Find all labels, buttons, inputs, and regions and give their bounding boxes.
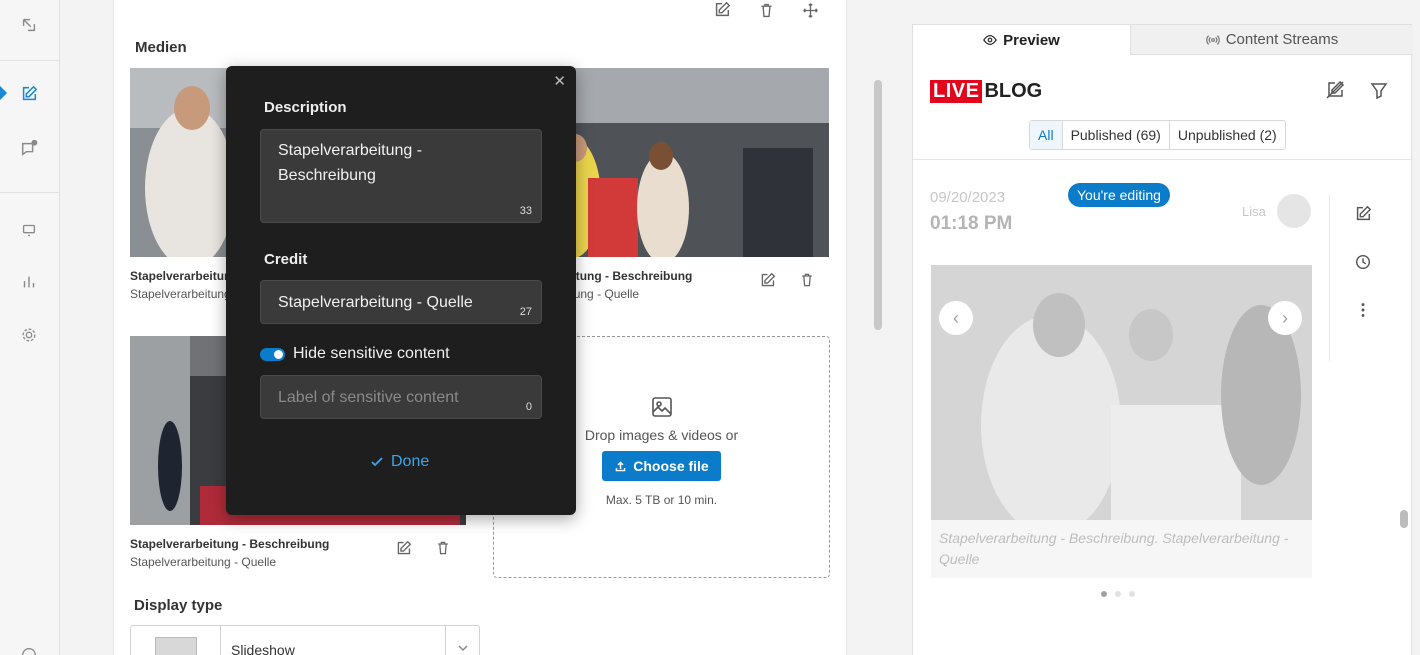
- sensitive-label: Hide sensitive content: [293, 345, 450, 362]
- trash-icon[interactable]: [756, 0, 776, 20]
- image-icon: [650, 395, 674, 419]
- editor-icon[interactable]: [18, 83, 40, 105]
- avatar: [1277, 194, 1311, 228]
- left-nav-rail: [0, 0, 60, 655]
- post-date: 09/20/2023: [930, 189, 1006, 206]
- sensitive-count: 0: [525, 401, 532, 413]
- tab-preview[interactable]: Preview: [913, 25, 1130, 55]
- display-type-value: Slideshow: [231, 642, 295, 655]
- active-indicator: [0, 85, 8, 101]
- credit-count: 27: [519, 306, 532, 318]
- filter-all[interactable]: All: [1030, 121, 1062, 149]
- editing-badge: You're editing: [1068, 183, 1170, 207]
- filter-icon[interactable]: [1369, 80, 1389, 100]
- slide-caption: Stapelverarbeitung - Beschreibung. Stape…: [931, 520, 1312, 578]
- preview-tabs: Preview Content Streams: [913, 25, 1413, 55]
- check-icon: [371, 457, 383, 467]
- media-actions: [759, 272, 817, 290]
- sensitive-label-input[interactable]: Label of sensitive content 0: [260, 375, 542, 419]
- filter-unpublished[interactable]: Unpublished (2): [1168, 121, 1285, 149]
- upload-icon: [615, 460, 626, 471]
- preview-panel: Preview Content Streams LIVE BLOG All Pub…: [912, 24, 1413, 655]
- sensitive-placeholder: Label of sensitive content: [278, 389, 459, 406]
- editor-toolbar: [712, 0, 820, 20]
- sensitive-toggle[interactable]: [260, 348, 285, 361]
- post-filter-group: All Published (69) Unpublished (2): [1029, 120, 1286, 150]
- edit-icon[interactable]: [759, 272, 777, 290]
- close-icon[interactable]: ✕: [553, 72, 566, 90]
- edit-icon[interactable]: [395, 540, 413, 558]
- settings-gear-icon[interactable]: [18, 324, 40, 346]
- choose-file-label: Choose file: [633, 458, 709, 474]
- media-section-title: Medien: [135, 39, 187, 56]
- media-meta-popup: ✕ Description Stapelverarbeitung - Besch…: [226, 66, 576, 515]
- tab-content-streams-label: Content Streams: [1225, 31, 1339, 48]
- collapse-icon[interactable]: [18, 14, 40, 36]
- slide-next-chevron-icon[interactable]: ›: [1268, 301, 1302, 335]
- eye-icon: [983, 34, 998, 46]
- edit-icon[interactable]: [1354, 205, 1374, 225]
- edit-icon[interactable]: [712, 0, 732, 20]
- credit-value: Stapelverarbeitung - Quelle: [278, 294, 473, 311]
- post-side-actions: [1329, 195, 1389, 361]
- slideshow-image[interactable]: [931, 265, 1312, 520]
- done-button[interactable]: Done: [370, 453, 429, 471]
- monitor-icon[interactable]: [18, 219, 40, 241]
- slide-dots: [1101, 591, 1135, 597]
- slide-dot[interactable]: [1129, 591, 1135, 597]
- edit-off-icon[interactable]: [1325, 80, 1345, 100]
- description-value: Stapelverarbeitung - Beschreibung: [278, 142, 423, 184]
- analytics-icon[interactable]: [18, 271, 40, 293]
- broadcast-icon: [1205, 34, 1220, 45]
- post-time: 01:18 PM: [930, 213, 1013, 234]
- preview-scrollbar[interactable]: [1400, 510, 1408, 528]
- description-count: 33: [519, 205, 532, 217]
- credit-label: Credit: [264, 251, 308, 268]
- done-label: Done: [391, 453, 430, 470]
- liveblog-logo: LIVE BLOG: [930, 80, 1042, 103]
- slide-dot[interactable]: [1115, 591, 1121, 597]
- filter-published[interactable]: Published (69): [1061, 121, 1169, 149]
- display-type-title: Display type: [134, 597, 223, 614]
- chevron-down-icon: [445, 626, 479, 655]
- trash-icon[interactable]: [435, 540, 453, 558]
- rail-divider: [0, 192, 60, 193]
- help-icon[interactable]: [18, 644, 40, 655]
- editor-scrollbar[interactable]: [874, 80, 882, 330]
- slide-prev-chevron-icon[interactable]: ‹: [939, 301, 973, 335]
- comments-icon[interactable]: [18, 138, 40, 160]
- slideshow-thumbnail-icon: [131, 626, 221, 655]
- slide-dot[interactable]: [1101, 591, 1107, 597]
- more-vertical-icon[interactable]: [1354, 301, 1374, 321]
- trash-icon[interactable]: [799, 272, 817, 290]
- tab-preview-label: Preview: [1003, 31, 1060, 49]
- choose-file-button[interactable]: Choose file: [602, 451, 721, 481]
- move-icon[interactable]: [800, 0, 820, 20]
- clock-icon[interactable]: [1354, 253, 1374, 273]
- post-author: Lisa: [1242, 204, 1266, 219]
- tab-content-streams[interactable]: Content Streams: [1130, 25, 1413, 55]
- rail-divider: [0, 60, 60, 61]
- credit-field[interactable]: Stapelverarbeitung - Quelle 27: [260, 280, 542, 324]
- display-type-select[interactable]: Slideshow: [130, 625, 480, 655]
- description-label: Description: [264, 99, 347, 116]
- media-actions: [395, 540, 453, 558]
- description-field[interactable]: Stapelverarbeitung - Beschreibung 33: [260, 129, 542, 223]
